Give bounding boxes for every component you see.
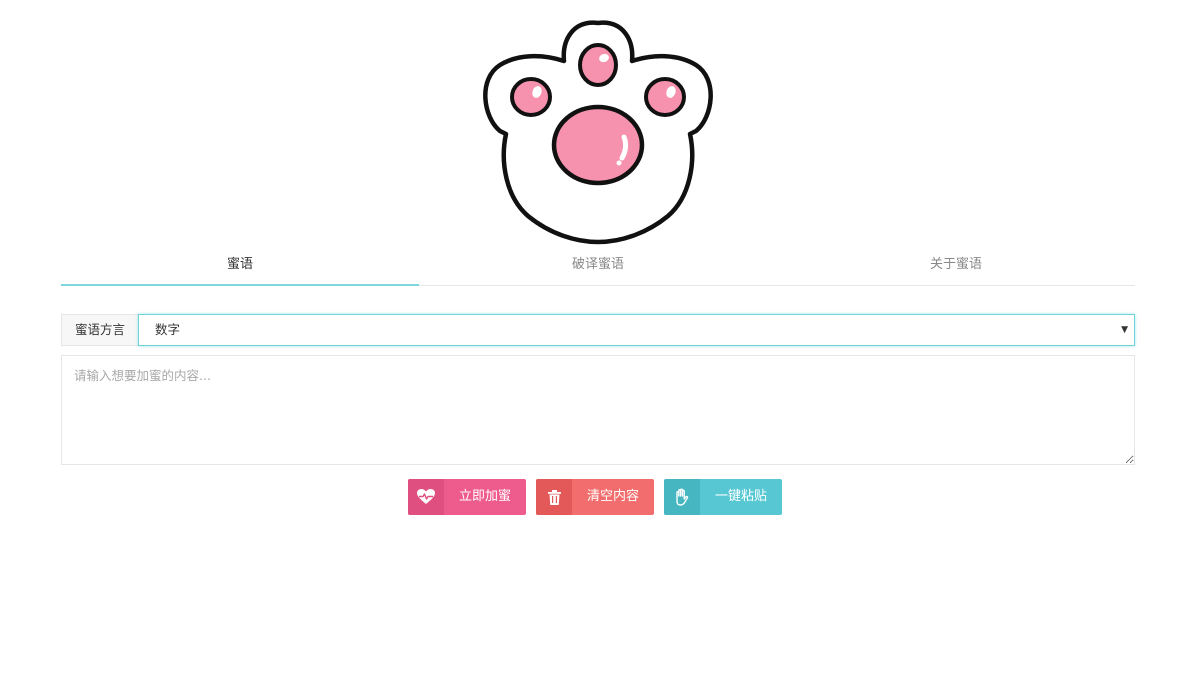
dialect-select[interactable]: 数字 ▼ [138, 314, 1135, 346]
dropdown-caret-icon: ▼ [1121, 325, 1128, 335]
clear-button[interactable]: 清空内容 [536, 479, 654, 515]
dialect-row: 蜜语方言 数字 ▼ [61, 314, 1135, 346]
action-bar: 立即加蜜 清空内容 一键粘贴 [0, 479, 1200, 516]
cat-paw-icon [483, 20, 713, 245]
heart-pulse-icon [408, 479, 444, 515]
hand-icon [664, 479, 700, 515]
trash-icon [536, 479, 572, 515]
dialect-selected-value: 数字 [155, 322, 181, 337]
encrypt-button-label: 立即加蜜 [458, 489, 511, 504]
content-input[interactable] [61, 355, 1135, 465]
paste-button[interactable]: 一键粘贴 [664, 479, 782, 515]
dialect-label: 蜜语方言 [61, 314, 139, 346]
tab-about[interactable]: 关于蜜语 [777, 246, 1135, 285]
tab-encrypt[interactable]: 蜜语 [61, 246, 419, 286]
encrypt-button[interactable]: 立即加蜜 [408, 479, 526, 515]
clear-button-label: 清空内容 [586, 489, 639, 504]
cat-paw-logo [478, 12, 718, 246]
tab-bar: 蜜语 破译蜜语 关于蜜语 [61, 246, 1135, 286]
tab-decrypt[interactable]: 破译蜜语 [419, 246, 777, 285]
paste-button-label: 一键粘贴 [714, 489, 767, 504]
